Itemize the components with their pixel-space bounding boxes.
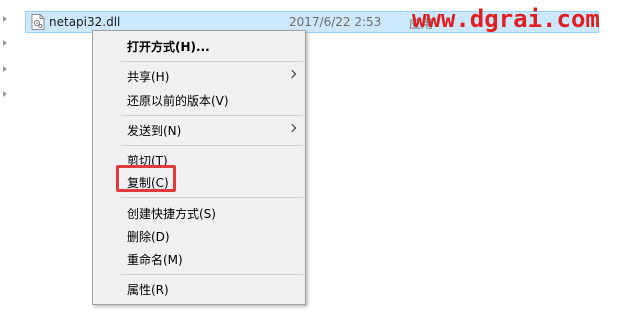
menu-separator [121,274,303,275]
menu-item-label: 还原以前的版本(V) [127,94,229,108]
file-name[interactable]: netapi32.dll [49,15,120,29]
chevron-right-icon [287,69,297,79]
menu-item-restore-previous-versions[interactable]: 还原以前的版本(V) [93,89,305,111]
menu-separator [121,61,303,62]
menu-separator [121,145,303,146]
chevron-right-icon [287,123,297,133]
menu-item-share[interactable]: 共享(H) [93,65,305,87]
watermark: www.dgrai.com [412,5,600,33]
copy-highlight-annotation [116,165,176,192]
explorer-window: netapi32.dll 2017/6/22 2:53 应用 www.dgrai… [0,0,630,328]
expand-arrow-icon[interactable] [3,40,7,46]
menu-item-label: 创建快捷方式(S) [127,207,216,221]
menu-item-open-with[interactable]: 打开方式(H)... [93,35,305,57]
menu-item-send-to[interactable]: 发送到(N) [93,119,305,141]
menu-item-rename[interactable]: 重命名(M) [93,248,305,270]
menu-item-delete[interactable]: 删除(D) [93,225,305,247]
navigation-pane-edge [0,0,14,328]
menu-item-label: 删除(D) [127,230,170,244]
menu-item-label: 发送到(N) [127,124,182,138]
menu-item-label: 共享(H) [127,70,170,84]
dll-file-icon [31,14,45,30]
expand-arrow-icon[interactable] [3,91,7,97]
menu-item-label: 打开方式(H)... [127,40,210,54]
menu-item-label: 重命名(M) [127,253,183,267]
menu-item-create-shortcut[interactable]: 创建快捷方式(S) [93,202,305,224]
expand-arrow-icon[interactable] [3,16,7,22]
file-date: 2017/6/22 2:53 [289,15,382,29]
expand-arrow-icon[interactable] [3,66,7,72]
menu-item-label: 属性(R) [127,283,169,297]
menu-separator [121,115,303,116]
menu-separator [121,197,303,198]
menu-item-properties[interactable]: 属性(R) [93,278,305,300]
